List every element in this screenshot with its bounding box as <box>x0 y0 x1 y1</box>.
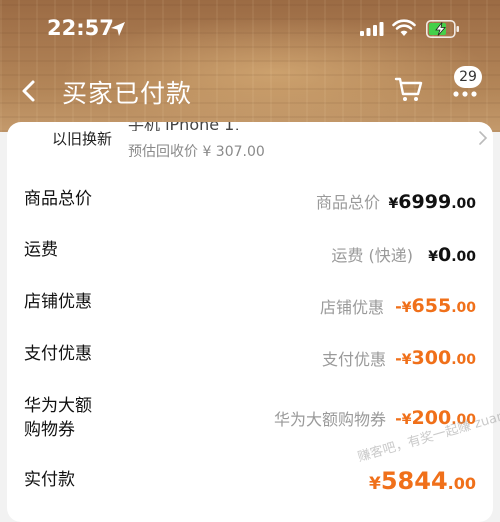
row-label-coupon-line1: 华为大额 <box>24 396 92 416</box>
cart-button[interactable] <box>394 74 424 104</box>
row-label-shop-discount: 店铺优惠 <box>24 292 92 312</box>
cellular-signal-icon <box>360 22 384 36</box>
back-button[interactable] <box>16 74 44 108</box>
row-label-shipping: 运费 <box>24 240 58 260</box>
amount-payment-discount: -¥300.00 <box>395 347 476 369</box>
order-summary-card <box>7 122 493 522</box>
location-arrow-icon <box>111 22 125 36</box>
row-label-subtotal: 商品总价 <box>24 189 92 209</box>
amount-shipping: ¥0.00 <box>428 244 476 266</box>
status-time: 22:57 <box>47 16 114 40</box>
row-label-coupon-line2: 购物券 <box>24 420 75 440</box>
row-label-coupon: 华为大额 购物券 <box>24 394 92 442</box>
wifi-icon <box>392 19 416 36</box>
row-label-total-paid: 实付款 <box>24 470 75 490</box>
row-label-payment-discount: 支付优惠 <box>24 344 92 364</box>
tradein-device-text: 手机 iPhone 11 <box>128 122 238 131</box>
row-sublabel-payment-discount: 支付优惠 <box>321 350 386 369</box>
row-sublabel-subtotal: 商品总价 <box>315 193 380 212</box>
tradein-label: 以旧换新 <box>52 130 113 148</box>
row-sublabel-coupon: 华为大额购物券 <box>273 410 386 429</box>
row-sublabel-shipping: 运费 (快递) <box>331 246 413 265</box>
amount-subtotal: ¥6999.00 <box>388 191 476 213</box>
page-title: 买家已付款 <box>62 79 193 108</box>
amount-total-paid: ¥5844.00 <box>369 467 476 495</box>
amount-shop-discount: -¥655.00 <box>395 295 476 317</box>
cart-count-badge: 29 <box>454 66 482 88</box>
order-header: 22:57 买家已付款 29 <box>0 0 500 132</box>
chevron-right-icon[interactable] <box>478 130 488 146</box>
tradein-estimate: 预估回收价 ¥ 307.00 <box>128 144 265 160</box>
battery-charging-icon <box>426 20 459 38</box>
tradein-device: 手机 iPhone 11 <box>128 122 238 131</box>
row-sublabel-shop-discount: 店铺优惠 <box>319 298 384 317</box>
